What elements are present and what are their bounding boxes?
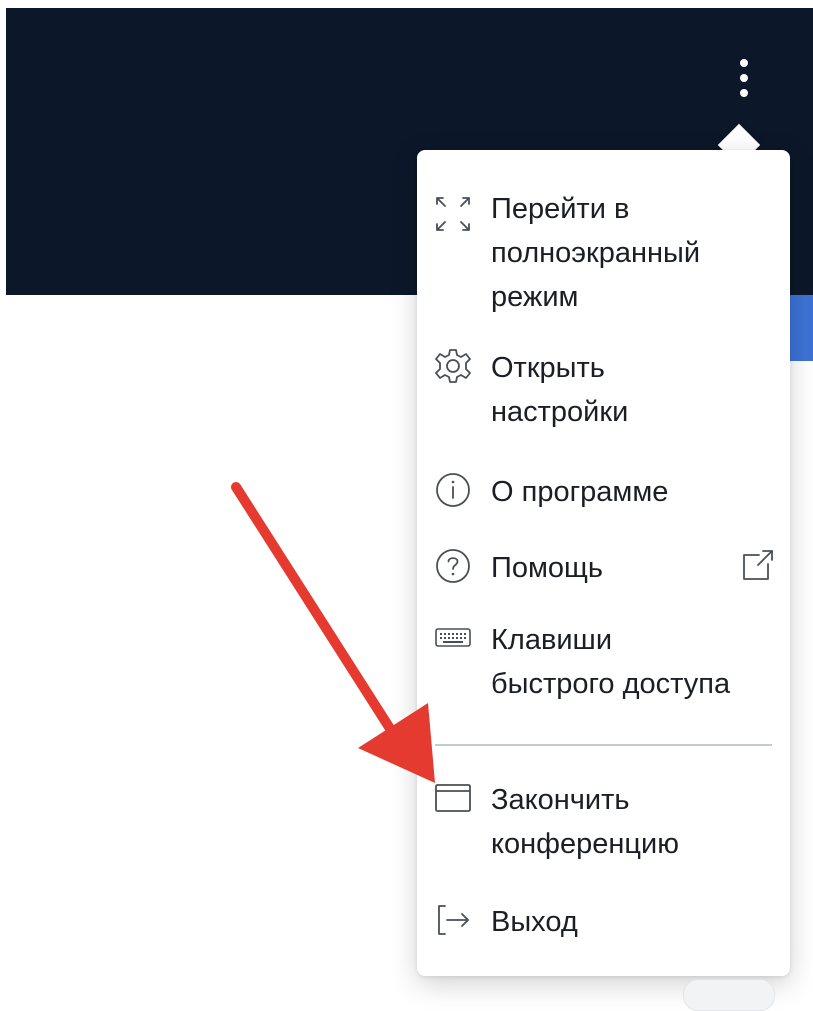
menu-item-label: Перейти в полноэкранный режим	[491, 187, 751, 319]
label-line: полноэкранный	[491, 237, 701, 269]
label-line: Закончить	[491, 784, 630, 816]
menu-divider	[435, 744, 772, 746]
menu-item-logout[interactable]: Выход	[417, 900, 790, 948]
menu-item-label: Выход	[491, 900, 751, 944]
more-options-button[interactable]	[724, 52, 764, 104]
kebab-icon-dot	[740, 59, 748, 67]
window-icon	[433, 778, 473, 818]
label-line: конференцию	[491, 828, 679, 860]
label-line: О программе	[491, 476, 669, 508]
menu-item-settings[interactable]: Открыть настройки	[417, 346, 790, 452]
keyboard-icon	[433, 618, 473, 658]
label-line: Выход	[491, 906, 578, 938]
bottom-control[interactable]	[683, 979, 775, 1011]
menu-item-help[interactable]: Помощь	[417, 546, 790, 594]
menu-item-shortcuts[interactable]: Клавиши быстрого доступа	[417, 618, 790, 724]
external-link-icon	[737, 546, 777, 586]
menu-item-fullscreen[interactable]: Перейти в полноэкранный режим	[417, 172, 790, 328]
label-line: Клавиши	[491, 624, 613, 656]
label-line: Помощь	[491, 552, 604, 584]
label-line: Перейти в	[491, 193, 630, 225]
menu-item-label: Открыть настройки	[491, 346, 751, 434]
label-line: Открыть	[491, 352, 605, 384]
menu-item-about[interactable]: О программе	[417, 470, 790, 518]
menu-item-label: Помощь	[491, 546, 751, 590]
kebab-icon-dot	[740, 89, 748, 97]
options-menu: Перейти в полноэкранный режим Открыть на…	[417, 150, 790, 976]
help-icon	[433, 546, 473, 586]
info-icon	[433, 470, 473, 510]
kebab-icon-dot	[740, 74, 748, 82]
gear-icon	[433, 346, 473, 386]
accent-strip	[790, 295, 813, 361]
menu-item-end-conference[interactable]: Закончить конференцию	[417, 778, 790, 884]
logout-icon	[433, 900, 473, 940]
label-line: режим	[491, 281, 579, 313]
menu-item-label: О программе	[491, 470, 751, 514]
label-line: быстрого доступа	[491, 668, 731, 700]
menu-item-label: Закончить конференцию	[491, 778, 751, 866]
fullscreen-icon	[433, 194, 473, 234]
menu-item-label: Клавиши быстрого доступа	[491, 618, 751, 706]
label-line: настройки	[491, 396, 629, 428]
